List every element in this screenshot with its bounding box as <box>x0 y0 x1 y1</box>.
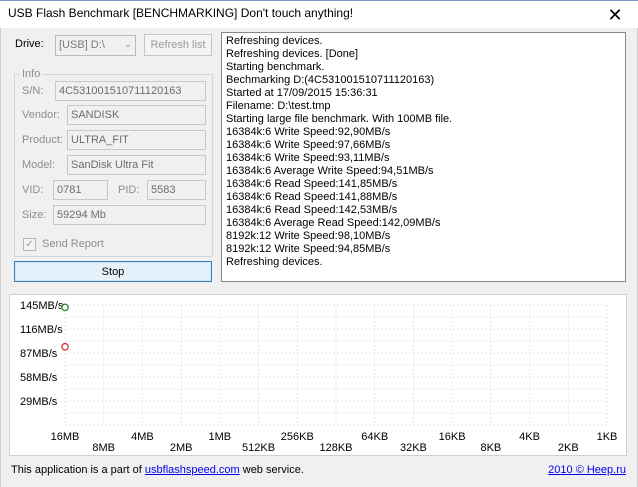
footer-prefix: This application is a part of <box>11 464 145 476</box>
x-tick-label: 128KB <box>319 442 352 454</box>
log-line: Bechmarking D:(4C531001510711120163) <box>226 74 435 86</box>
stop-button[interactable]: Stop <box>14 261 212 282</box>
x-tick-label: 4MB <box>131 431 154 443</box>
x-tick-label: 8MB <box>92 442 115 454</box>
data-point-series-2 <box>61 342 69 351</box>
log-output[interactable]: Refreshing devices. Refreshing devices. [… <box>221 32 626 282</box>
vendor-field: SANDISK <box>67 105 206 125</box>
y-tick-label: 87MB/s <box>20 348 58 360</box>
drive-select-value: [USB] D:\ <box>59 39 105 51</box>
log-line: 16384k:6 Average Read Speed:142,09MB/s <box>226 217 441 229</box>
log-line: Refreshing devices. <box>226 256 323 268</box>
footer-copyright[interactable]: 2010 © Heep.ru <box>548 464 626 476</box>
x-tick-label: 512KB <box>242 442 275 454</box>
data-point-series-1 <box>61 303 69 312</box>
drive-label: Drive: <box>15 38 44 50</box>
refresh-list-button[interactable]: Refresh list <box>144 34 212 56</box>
model-label: Model: <box>22 159 56 171</box>
log-line: Starting large file benchmark. With 100M… <box>226 113 453 125</box>
pid-label: PID: <box>118 184 140 196</box>
sn-label: S/N: <box>22 85 44 97</box>
model-field: SanDisk Ultra Fit <box>67 155 206 175</box>
log-line: 16384k:6 Write Speed:93,11MB/s <box>226 152 390 164</box>
x-tick-label: 16KB <box>439 431 466 443</box>
x-tick-label: 64KB <box>361 431 388 443</box>
send-report-checkbox[interactable]: ✓ <box>23 238 36 251</box>
chevron-down-icon: ⌄ <box>123 39 132 50</box>
x-tick-label: 2KB <box>558 442 579 454</box>
log-line: Refreshing devices. <box>226 35 323 47</box>
heep-link[interactable]: 2010 © Heep.ru <box>548 464 626 476</box>
footer-info: This application is a part of usbflashsp… <box>11 464 304 476</box>
speed-chart: 145MB/s 116MB/s 87MB/s 58MB/s 29MB/s 16MB 4MB 1… <box>9 294 627 456</box>
x-tick-label: 1KB <box>597 431 618 443</box>
x-tick-label: 1MB <box>209 431 232 443</box>
vid-field: 0781 <box>53 180 108 200</box>
pid-field: 5583 <box>147 180 206 200</box>
size-field: 59294 Mb <box>53 205 206 225</box>
y-tick-label: 116MB/s <box>20 324 63 336</box>
x-tick-label: 8KB <box>480 442 501 454</box>
size-label: Size: <box>22 209 47 221</box>
product-label: Product: <box>22 134 63 146</box>
log-line: Filename: D:\test.tmp <box>226 100 331 112</box>
close-icon[interactable]: ✕ <box>592 1 638 29</box>
log-line: 16384k:6 Read Speed:141,85MB/s <box>226 178 398 190</box>
x-tick-label: 4KB <box>519 431 540 443</box>
product-field: ULTRA_FIT <box>67 130 206 150</box>
speed-chart-svg: 145MB/s 116MB/s 87MB/s 58MB/s 29MB/s 16MB 4MB 1… <box>20 300 618 454</box>
log-line: Starting benchmark. <box>226 61 325 73</box>
x-tick-label: 256KB <box>281 431 314 443</box>
log-line: 8192k:12 Write Speed:98,10MB/s <box>226 230 391 242</box>
log-line: Started at 17/09/2015 15:36:31 <box>226 87 378 99</box>
send-report-label: Send Report <box>42 238 104 250</box>
main-window: Drive: [USB] D:\ ⌄ Refresh list Info S/N… <box>0 28 638 487</box>
x-tick-label: 16MB <box>51 431 80 443</box>
log-line: 16384k:6 Write Speed:92,90MB/s <box>226 126 391 138</box>
x-tick-label: 2MB <box>170 442 193 454</box>
log-line: 16384k:6 Average Write Speed:94,51MB/s <box>226 165 434 177</box>
drive-select[interactable]: [USB] D:\ ⌄ <box>55 35 136 56</box>
y-tick-label: 29MB/s <box>20 396 58 408</box>
vendor-label: Vendor: <box>22 109 60 121</box>
window-title: USB Flash Benchmark [BENCHMARKING] Don't… <box>8 6 354 20</box>
log-line: 16384k:6 Write Speed:97,66MB/s <box>226 139 391 151</box>
log-line: 16384k:6 Read Speed:142,53MB/s <box>226 204 398 216</box>
y-tick-label: 58MB/s <box>20 372 58 384</box>
log-line: 8192k:12 Write Speed:94,85MB/s <box>226 243 391 255</box>
log-line: Refreshing devices. [Done] <box>226 48 359 60</box>
y-tick-label: 145MB/s <box>20 300 64 312</box>
usbflashspeed-link[interactable]: usbflashspeed.com <box>145 464 240 476</box>
title-bar: USB Flash Benchmark [BENCHMARKING] Don't… <box>0 0 638 28</box>
x-tick-label: 32KB <box>400 442 427 454</box>
sn-field: 4C531001510711120163 <box>55 81 206 101</box>
log-line: 16384k:6 Read Speed:141,88MB/s <box>226 191 398 203</box>
vid-label: VID: <box>22 184 44 196</box>
info-group-title: Info <box>20 68 43 80</box>
footer-suffix: web service. <box>239 464 304 476</box>
